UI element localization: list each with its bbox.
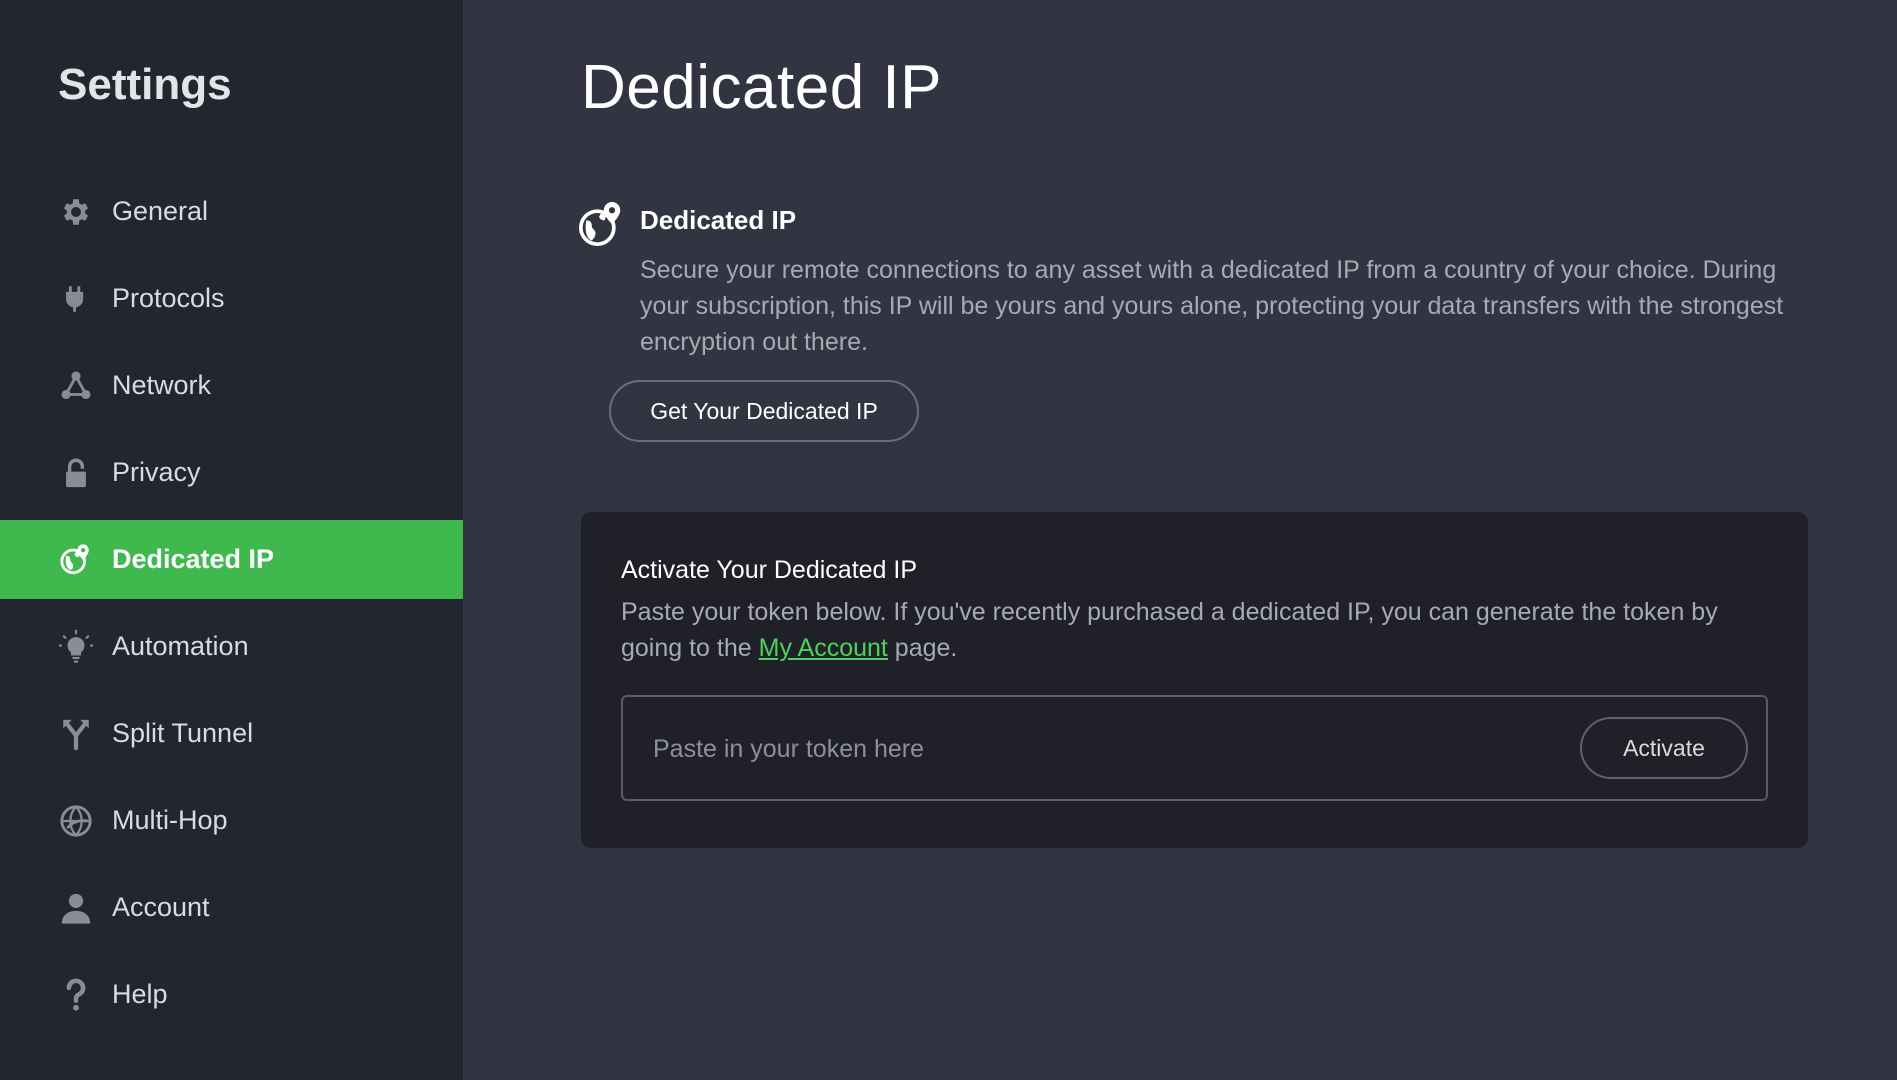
get-dedicated-ip-button[interactable]: Get Your Dedicated IP bbox=[609, 380, 919, 442]
split-icon bbox=[58, 716, 94, 752]
globe-pin-icon bbox=[579, 200, 623, 248]
sidebar-item-general[interactable]: General bbox=[0, 172, 463, 251]
activate-card: Activate Your Dedicated IP Paste your to… bbox=[581, 512, 1808, 848]
network-icon bbox=[58, 368, 94, 404]
sidebar-item-label: General bbox=[112, 196, 209, 226]
multihop-globe-icon bbox=[58, 803, 94, 839]
sidebar-item-account[interactable]: Account bbox=[0, 868, 463, 947]
sidebar-item-privacy[interactable]: Privacy bbox=[0, 433, 463, 512]
sidebar-item-protocols[interactable]: Protocols bbox=[0, 259, 463, 338]
sidebar-item-label: Split Tunnel bbox=[112, 718, 254, 748]
sidebar-item-network[interactable]: Network bbox=[0, 346, 463, 425]
sidebar-item-label: Dedicated IP bbox=[112, 544, 275, 574]
user-icon bbox=[58, 890, 94, 926]
activate-card-title: Activate Your Dedicated IP bbox=[621, 556, 918, 584]
sidebar-item-label: Help bbox=[112, 979, 168, 1009]
activate-desc-text-end: page. bbox=[887, 634, 958, 662]
token-input[interactable] bbox=[651, 721, 1555, 777]
sidebar-item-multi-hop[interactable]: Multi-Hop bbox=[0, 781, 463, 860]
question-icon bbox=[58, 977, 94, 1013]
settings-sidebar: Settings General Protocols Network Priva… bbox=[0, 0, 463, 1080]
section-title: Dedicated IP bbox=[640, 205, 797, 235]
activate-button[interactable]: Activate bbox=[1580, 717, 1748, 779]
gear-icon bbox=[58, 194, 94, 230]
sidebar-item-dedicated-ip[interactable]: Dedicated IP bbox=[0, 520, 463, 599]
plug-icon bbox=[58, 281, 94, 317]
settings-nav: General Protocols Network Privacy Dedica… bbox=[0, 172, 463, 1042]
app-window: Settings General Protocols Network Priva… bbox=[0, 0, 1897, 1080]
sidebar-title: Settings bbox=[58, 60, 232, 109]
my-account-link[interactable]: My Account bbox=[759, 634, 888, 662]
section-description: Secure your remote connections to any as… bbox=[640, 256, 1784, 356]
globe-pin-icon bbox=[58, 542, 94, 578]
main-content: Dedicated IP Dedicated IP Secure your re… bbox=[463, 0, 1897, 1080]
sidebar-item-label: Network bbox=[112, 370, 212, 400]
sidebar-item-split-tunnel[interactable]: Split Tunnel bbox=[0, 694, 463, 773]
activate-card-description: Paste your token below. If you've recent… bbox=[621, 594, 1771, 666]
lock-icon bbox=[58, 455, 94, 491]
sidebar-item-label: Account bbox=[112, 892, 210, 922]
sidebar-item-help[interactable]: Help bbox=[0, 955, 463, 1034]
token-field-container: Activate bbox=[621, 695, 1768, 801]
sidebar-item-label: Automation bbox=[112, 631, 249, 661]
sidebar-item-label: Privacy bbox=[112, 457, 201, 487]
lightbulb-icon bbox=[58, 629, 94, 665]
sidebar-item-label: Protocols bbox=[112, 283, 225, 313]
sidebar-item-label: Multi-Hop bbox=[112, 805, 228, 835]
page-title: Dedicated IP bbox=[581, 53, 942, 122]
sidebar-item-automation[interactable]: Automation bbox=[0, 607, 463, 686]
